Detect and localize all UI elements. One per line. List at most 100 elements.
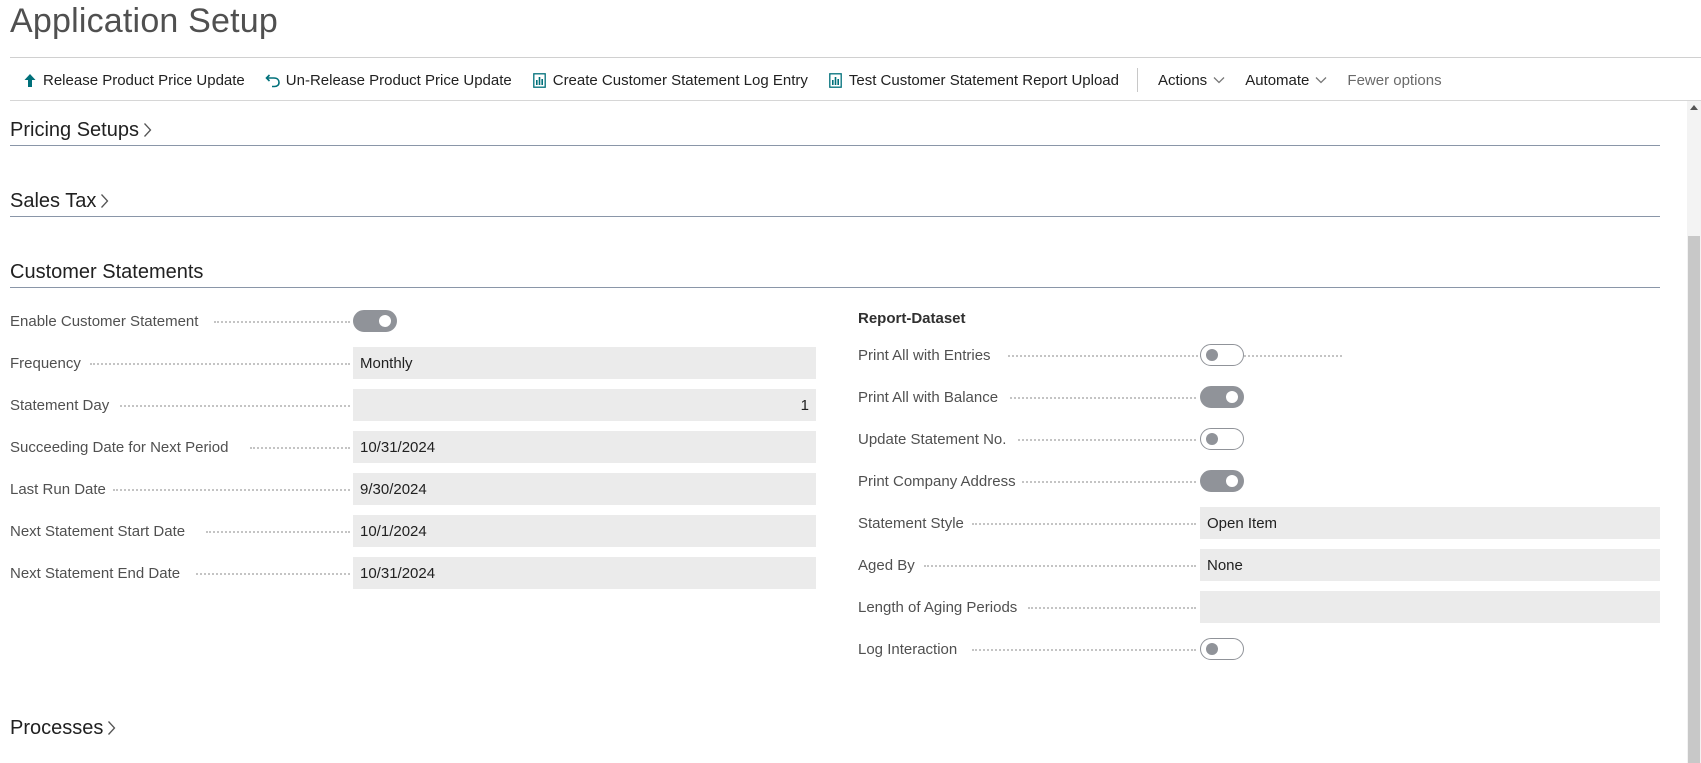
field-label: Update Statement No. <box>858 430 1007 448</box>
release-product-price-update-button[interactable]: Release Product Price Update <box>22 72 245 89</box>
field-label: Statement Day <box>10 396 110 414</box>
length-of-aging-periods-field[interactable] <box>1200 591 1660 623</box>
dot-leader <box>196 573 350 575</box>
processes-section-header[interactable]: Processes <box>10 714 1660 742</box>
automate-menu-label: Automate <box>1245 71 1310 89</box>
dot-leader <box>1022 481 1196 483</box>
frequency-field[interactable]: Monthly <box>353 347 816 379</box>
next-statement-end-date-field[interactable]: 10/31/2024 <box>353 557 816 589</box>
field-label: Succeeding Date for Next Period <box>10 438 229 456</box>
field-label: Statement Style <box>858 514 964 532</box>
section-title: Sales Tax <box>10 189 97 212</box>
title-divider <box>10 57 1701 58</box>
next-statement-start-date-field[interactable]: 10/1/2024 <box>353 515 816 547</box>
automate-menu-button[interactable]: Automate <box>1245 72 1327 89</box>
dot-leader <box>972 649 1196 651</box>
print-all-with-balance-row: Print All with Balance <box>858 381 1660 413</box>
toolbar-separator <box>1136 68 1138 92</box>
dot-leader <box>972 523 1196 525</box>
section-title: Processes <box>10 716 104 739</box>
enable-customer-statement-toggle[interactable] <box>353 310 397 332</box>
arrow-up-icon <box>22 72 38 88</box>
actions-menu-button[interactable]: Actions <box>1158 72 1225 89</box>
chevron-right-icon <box>107 720 116 736</box>
statement-style-field[interactable]: Open Item <box>1200 507 1660 539</box>
chevron-right-icon <box>100 193 109 209</box>
dot-leader <box>113 489 350 491</box>
content-area: Pricing Setups Sales Tax Customer Statem… <box>0 101 1680 763</box>
section-divider <box>10 216 1660 217</box>
scrollbar-thumb[interactable] <box>1688 236 1700 763</box>
field-label: Print Company Address <box>858 472 1016 490</box>
pricing-setups-section-header[interactable]: Pricing Setups <box>10 116 1660 144</box>
field-label: Last Run Date <box>10 480 106 498</box>
dot-leader <box>1028 607 1196 609</box>
chevron-down-icon <box>1315 76 1327 84</box>
page-title: Application Setup <box>10 2 279 40</box>
dot-leader <box>206 531 350 533</box>
section-divider <box>10 287 1660 288</box>
field-label: Print All with Entries <box>858 346 991 364</box>
section-title: Pricing Setups <box>10 118 139 141</box>
statement-style-row: Statement Style Open Item <box>858 507 1660 539</box>
update-statement-no-row: Update Statement No. <box>858 423 1660 455</box>
toggle-knob <box>1226 475 1238 487</box>
test-customer-statement-report-upload-label: Test Customer Statement Report Upload <box>848 71 1119 89</box>
print-all-with-entries-toggle[interactable] <box>1200 344 1244 366</box>
field-label: Enable Customer Statement <box>10 312 199 330</box>
dot-leader <box>214 321 350 323</box>
field-label: Aged By <box>858 556 915 574</box>
dot-leader <box>120 405 350 407</box>
report-icon <box>828 72 844 88</box>
print-all-with-balance-toggle[interactable] <box>1200 386 1244 408</box>
last-run-date-field[interactable]: 9/30/2024 <box>353 473 816 505</box>
statement-day-field[interactable]: 1 <box>353 389 816 421</box>
log-interaction-toggle[interactable] <box>1200 638 1244 660</box>
field-label: Print All with Balance <box>858 388 999 406</box>
toggle-knob <box>379 315 391 327</box>
statement-day-row: Statement Day 1 <box>10 389 816 421</box>
section-divider <box>10 145 1660 146</box>
toggle-knob <box>1226 391 1238 403</box>
last-run-date-row: Last Run Date 9/30/2024 <box>10 473 816 505</box>
fewer-options-button[interactable]: Fewer options <box>1347 72 1441 89</box>
dot-leader <box>1010 397 1196 399</box>
sales-tax-section-header[interactable]: Sales Tax <box>10 187 1660 215</box>
toggle-knob <box>1206 349 1218 361</box>
print-all-with-entries-row: Print All with Entries <box>858 339 1660 371</box>
field-label: Next Statement End Date <box>10 564 181 582</box>
action-bar: Release Product Price Update Un-Release … <box>10 64 1660 96</box>
customer-statements-section-header[interactable]: Customer Statements <box>10 258 1660 286</box>
report-icon <box>532 72 548 88</box>
chevron-down-icon <box>1213 76 1225 84</box>
succeeding-date-row: Succeeding Date for Next Period 10/31/20… <box>10 431 816 463</box>
aged-by-field[interactable]: None <box>1200 549 1660 581</box>
succeeding-date-field[interactable]: 10/31/2024 <box>353 431 816 463</box>
scroll-up-arrow-icon[interactable] <box>1689 102 1699 112</box>
chevron-right-icon <box>143 122 152 138</box>
un-release-product-price-update-button[interactable]: Un-Release Product Price Update <box>265 72 512 89</box>
toggle-knob <box>1206 643 1218 655</box>
create-customer-statement-log-entry-button[interactable]: Create Customer Statement Log Entry <box>532 72 808 89</box>
report-dataset-group-title: Report-Dataset <box>858 310 966 327</box>
toggle-knob <box>1206 433 1218 445</box>
field-label: Log Interaction <box>858 640 958 658</box>
dot-leader <box>90 363 350 365</box>
dot-leader <box>250 447 350 449</box>
section-title: Customer Statements <box>10 260 204 283</box>
log-interaction-row: Log Interaction <box>858 633 1660 665</box>
test-customer-statement-report-upload-button[interactable]: Test Customer Statement Report Upload <box>828 72 1119 89</box>
frequency-row: Frequency Monthly <box>10 347 816 379</box>
field-label: Next Statement Start Date <box>10 522 186 540</box>
enable-customer-statement-row: Enable Customer Statement <box>10 305 816 337</box>
update-statement-no-toggle[interactable] <box>1200 428 1244 450</box>
length-of-aging-periods-row: Length of Aging Periods <box>858 591 1660 623</box>
next-statement-start-date-row: Next Statement Start Date 10/1/2024 <box>10 515 816 547</box>
print-company-address-toggle[interactable] <box>1200 470 1244 492</box>
field-label: Frequency <box>10 354 81 372</box>
actions-menu-label: Actions <box>1157 71 1208 89</box>
aged-by-row: Aged By None <box>858 549 1660 581</box>
dot-leader <box>924 565 1196 567</box>
field-label: Length of Aging Periods <box>858 598 1018 616</box>
dot-leader <box>1018 439 1196 441</box>
